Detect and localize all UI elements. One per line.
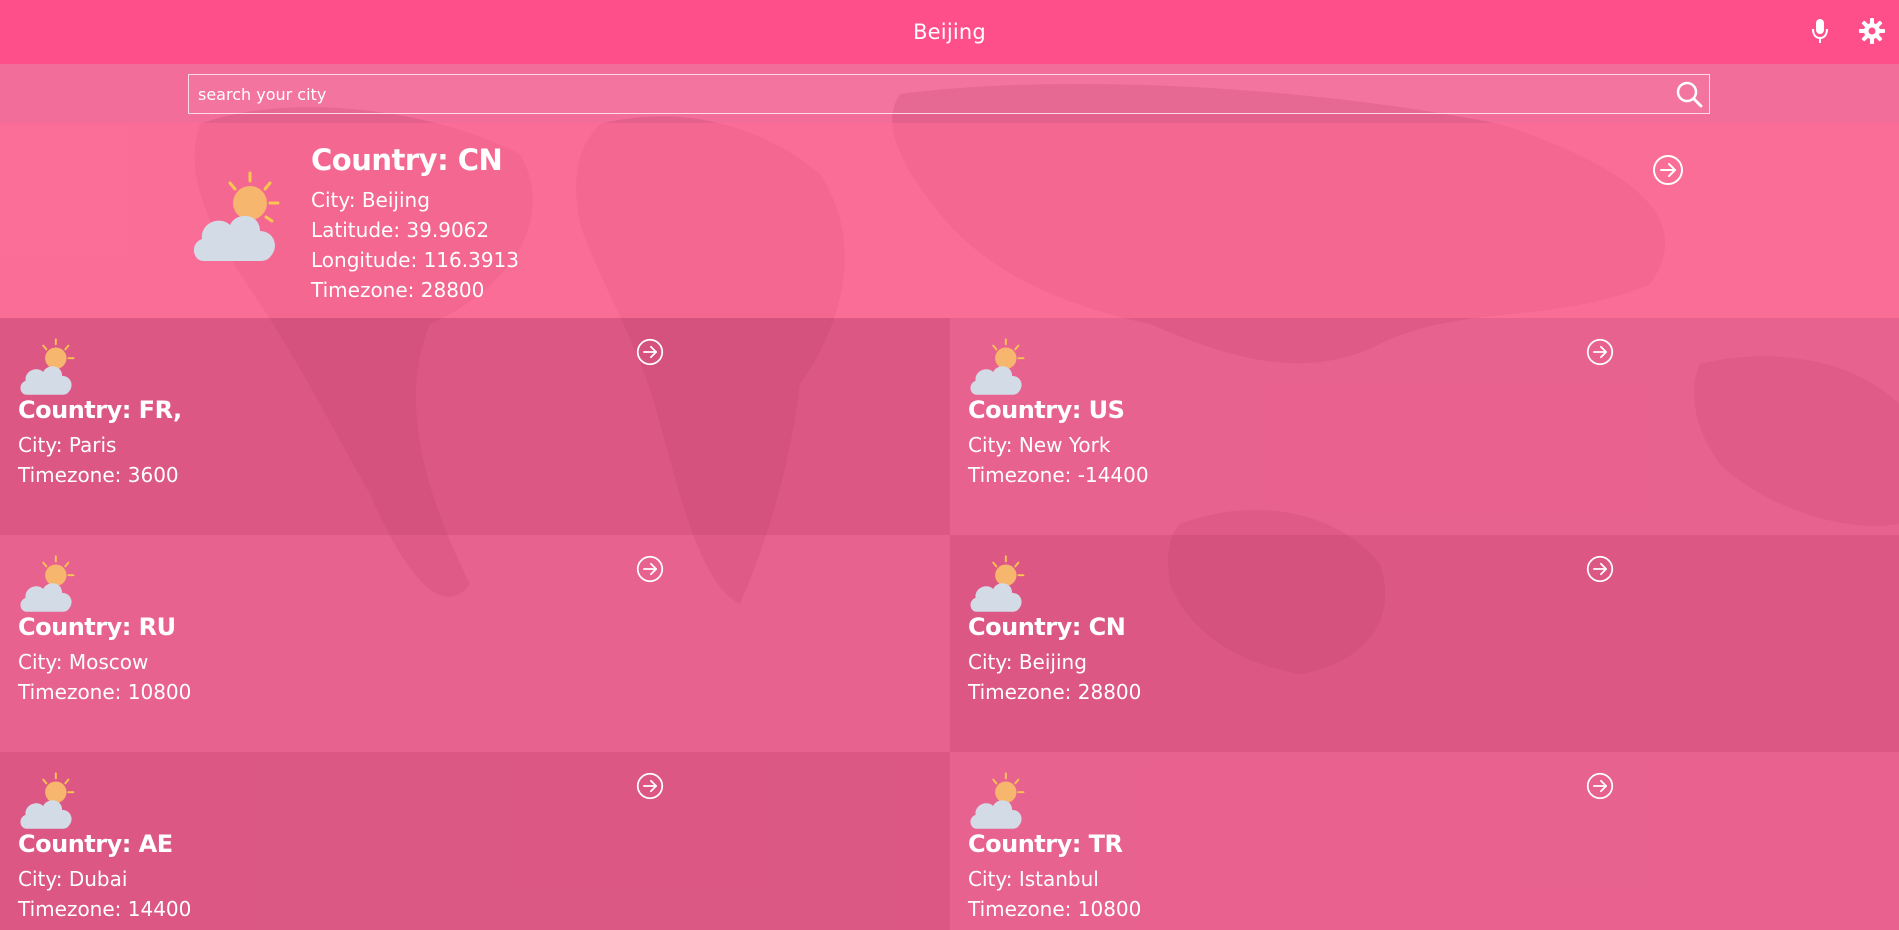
city-card[interactable]: Country: FR, City: Paris Timezone: 3600 [0,318,950,535]
arrow-right-circle-icon[interactable] [636,555,664,583]
arrow-right-circle-icon[interactable] [1586,772,1614,800]
city-timezone: Timezone: 3600 [18,463,179,487]
city-country: Country: FR, [18,396,182,424]
current-longitude: Longitude: 116.3913 [311,248,519,272]
city-name: City: Dubai [18,867,128,891]
current-timezone: Timezone: 28800 [311,278,485,302]
city-card[interactable]: Country: US City: New York Timezone: -14… [950,318,1899,535]
city-timezone: Timezone: 10800 [968,897,1142,921]
search-icon[interactable] [1669,75,1709,113]
current-city-card: Country: CN City: Beijing Latitude: 39.9… [0,123,1899,318]
city-country: Country: US [968,396,1125,424]
city-name: City: Moscow [18,650,149,674]
city-timezone: Timezone: -14400 [968,463,1149,487]
city-timezone: Timezone: 14400 [18,897,192,921]
current-latitude: Latitude: 39.9062 [311,218,490,242]
current-country: Country: CN [311,143,503,177]
city-country: Country: TR [968,830,1123,858]
city-timezone: Timezone: 10800 [18,680,192,704]
partly-cloudy-icon [18,338,76,396]
city-timezone: Timezone: 28800 [968,680,1142,704]
city-grid: Country: FR, City: Paris Timezone: 3600 … [0,318,1899,930]
arrow-right-circle-icon[interactable] [636,338,664,366]
top-bar: Beijing [0,0,1899,64]
partly-cloudy-icon [968,772,1026,830]
search-bar [188,74,1710,114]
city-card[interactable]: Country: AE City: Dubai Timezone: 14400 [0,752,950,930]
city-name: City: Beijing [968,650,1087,674]
partly-cloudy-icon [18,555,76,613]
partly-cloudy-icon [968,555,1026,613]
arrow-right-circle-icon[interactable] [1586,338,1614,366]
partly-cloudy-icon [190,171,282,263]
city-country: Country: RU [18,613,176,641]
city-name: City: Istanbul [968,867,1099,891]
city-card[interactable]: Country: RU City: Moscow Timezone: 10800 [0,535,950,752]
current-city: City: Beijing [311,188,430,212]
arrow-right-circle-icon[interactable] [636,772,664,800]
city-card[interactable]: Country: CN City: Beijing Timezone: 2880… [950,535,1899,752]
microphone-icon[interactable] [1805,16,1835,46]
city-card[interactable]: Country: TR City: Istanbul Timezone: 108… [950,752,1899,930]
city-name: City: New York [968,433,1111,457]
city-name: City: Paris [18,433,117,457]
search-input[interactable] [189,75,1669,113]
city-country: Country: AE [18,830,173,858]
arrow-right-circle-icon[interactable] [1586,555,1614,583]
gear-icon[interactable] [1857,16,1887,46]
partly-cloudy-icon [968,338,1026,396]
city-country: Country: CN [968,613,1126,641]
arrow-right-circle-icon[interactable] [1652,154,1684,186]
partly-cloudy-icon [18,772,76,830]
page-title: Beijing [913,20,986,44]
